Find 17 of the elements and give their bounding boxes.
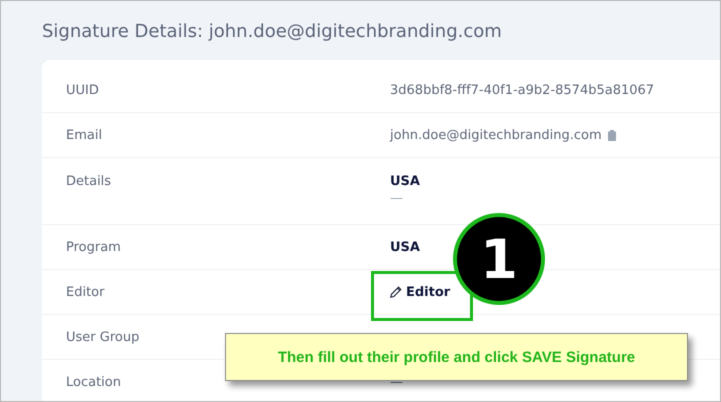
field-label: Details (66, 174, 112, 189)
field-label: Email (66, 128, 104, 142)
field-label: Editor (66, 284, 106, 300)
field-label: Program (66, 240, 122, 254)
field-label: UUID (66, 82, 100, 98)
field-value: USA (390, 240, 420, 254)
field-note: — (390, 191, 403, 206)
callout-note: Then fill out their profile and click SAVE Signature (225, 333, 688, 381)
editor-button[interactable]: Editor (390, 284, 450, 300)
page-title: Signature Details: john.doe@digitechbranding.com (41, 20, 503, 42)
field-value: 3d68bbf8-fff7-40f1-a9b2-8574b5a81067 (390, 82, 654, 98)
clipboard-icon[interactable] (608, 130, 616, 140)
field-label: User Group (66, 330, 140, 344)
pencil-icon (390, 286, 402, 298)
field-value: USA (390, 174, 420, 189)
field-value: john.doe@digitechbranding.com (390, 128, 602, 142)
field-label: Location (66, 374, 122, 390)
